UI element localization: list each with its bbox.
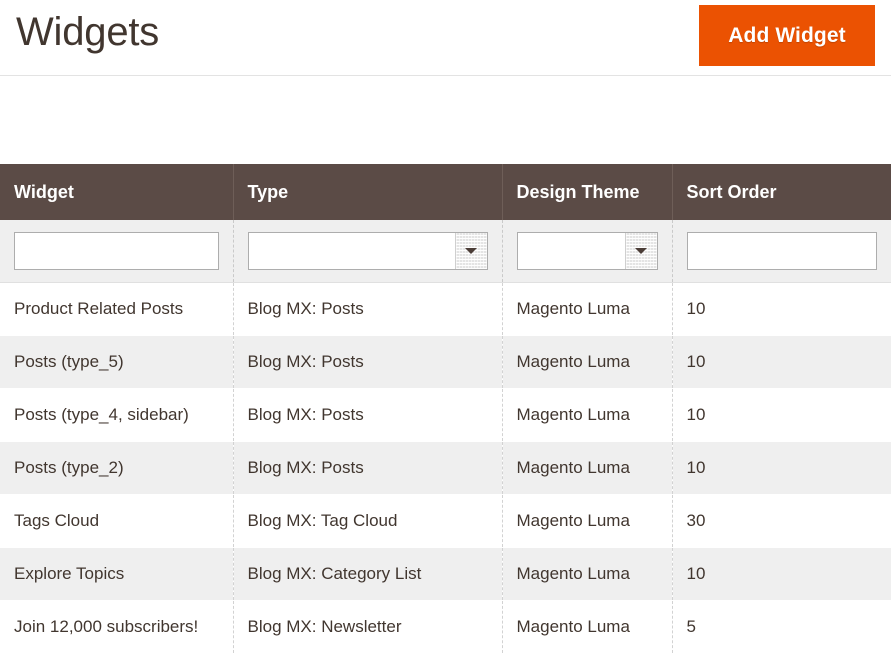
type-cell: Blog MX: Posts xyxy=(233,441,502,494)
design-theme-cell: Magento Luma xyxy=(502,335,672,388)
filter-row xyxy=(0,220,891,282)
type-cell: Blog MX: Category List xyxy=(233,547,502,600)
column-header-sort-order[interactable]: Sort Order xyxy=(672,164,891,220)
chevron-down-icon xyxy=(625,233,657,269)
header-row: Widget Type Design Theme Sort Order xyxy=(0,164,891,220)
design-theme-cell: Magento Luma xyxy=(502,388,672,441)
table-row[interactable]: Posts (type_4, sidebar)Blog MX: PostsMag… xyxy=(0,388,891,441)
design-theme-cell: Magento Luma xyxy=(502,441,672,494)
design-theme-cell: Magento Luma xyxy=(502,282,672,335)
column-header-type[interactable]: Type xyxy=(233,164,502,220)
widgets-grid: Widget Type Design Theme Sort Order xyxy=(0,164,891,653)
add-widget-button[interactable]: Add Widget xyxy=(699,5,875,66)
filter-cell-sort-order xyxy=(672,220,891,282)
widget-cell: Product Related Posts xyxy=(0,282,233,335)
sort-order-cell: 10 xyxy=(672,388,891,441)
column-header-design-theme[interactable]: Design Theme xyxy=(502,164,672,220)
page-title: Widgets xyxy=(16,6,159,58)
widget-cell: Posts (type_5) xyxy=(0,335,233,388)
type-cell: Blog MX: Posts xyxy=(233,388,502,441)
table-row[interactable]: Explore TopicsBlog MX: Category ListMage… xyxy=(0,547,891,600)
table-header: Widget Type Design Theme Sort Order xyxy=(0,164,891,220)
type-cell: Blog MX: Newsletter xyxy=(233,600,502,653)
widget-cell: Posts (type_4, sidebar) xyxy=(0,388,233,441)
widget-cell: Tags Cloud xyxy=(0,494,233,547)
filter-cell-design-theme xyxy=(502,220,672,282)
widget-cell: Explore Topics xyxy=(0,547,233,600)
table-row[interactable]: Posts (type_5)Blog MX: PostsMagento Luma… xyxy=(0,335,891,388)
column-header-widget[interactable]: Widget xyxy=(0,164,233,220)
widget-cell: Posts (type_2) xyxy=(0,441,233,494)
sort-order-cell: 10 xyxy=(672,335,891,388)
table-row[interactable]: Posts (type_2)Blog MX: PostsMagento Luma… xyxy=(0,441,891,494)
grid-toolbar: Actions 64 records found 50 per page of … xyxy=(0,76,891,164)
page-header: Widgets Add Widget xyxy=(0,0,891,76)
table-row[interactable]: Tags CloudBlog MX: Tag CloudMagento Luma… xyxy=(0,494,891,547)
type-cell: Blog MX: Posts xyxy=(233,335,502,388)
filter-design-theme-select[interactable] xyxy=(517,232,658,270)
table-row[interactable]: Join 12,000 subscribers!Blog MX: Newslet… xyxy=(0,600,891,653)
sort-order-cell: 30 xyxy=(672,494,891,547)
filter-cell-type xyxy=(233,220,502,282)
filter-design-theme-value xyxy=(518,233,625,269)
filter-cell-widget xyxy=(0,220,233,282)
sort-order-cell: 10 xyxy=(672,547,891,600)
type-cell: Blog MX: Posts xyxy=(233,282,502,335)
widget-cell: Join 12,000 subscribers! xyxy=(0,600,233,653)
sort-order-cell: 10 xyxy=(672,282,891,335)
table-row[interactable]: Product Related PostsBlog MX: PostsMagen… xyxy=(0,282,891,335)
widgets-table: Widget Type Design Theme Sort Order xyxy=(0,164,891,653)
chevron-down-icon xyxy=(455,233,487,269)
filter-widget-input[interactable] xyxy=(14,232,219,270)
filter-sort-order-input[interactable] xyxy=(687,232,878,270)
table-body: Product Related PostsBlog MX: PostsMagen… xyxy=(0,220,891,653)
design-theme-cell: Magento Luma xyxy=(502,600,672,653)
filter-type-value xyxy=(249,233,455,269)
design-theme-cell: Magento Luma xyxy=(502,494,672,547)
design-theme-cell: Magento Luma xyxy=(502,547,672,600)
sort-order-cell: 5 xyxy=(672,600,891,653)
filter-type-select[interactable] xyxy=(248,232,488,270)
type-cell: Blog MX: Tag Cloud xyxy=(233,494,502,547)
sort-order-cell: 10 xyxy=(672,441,891,494)
